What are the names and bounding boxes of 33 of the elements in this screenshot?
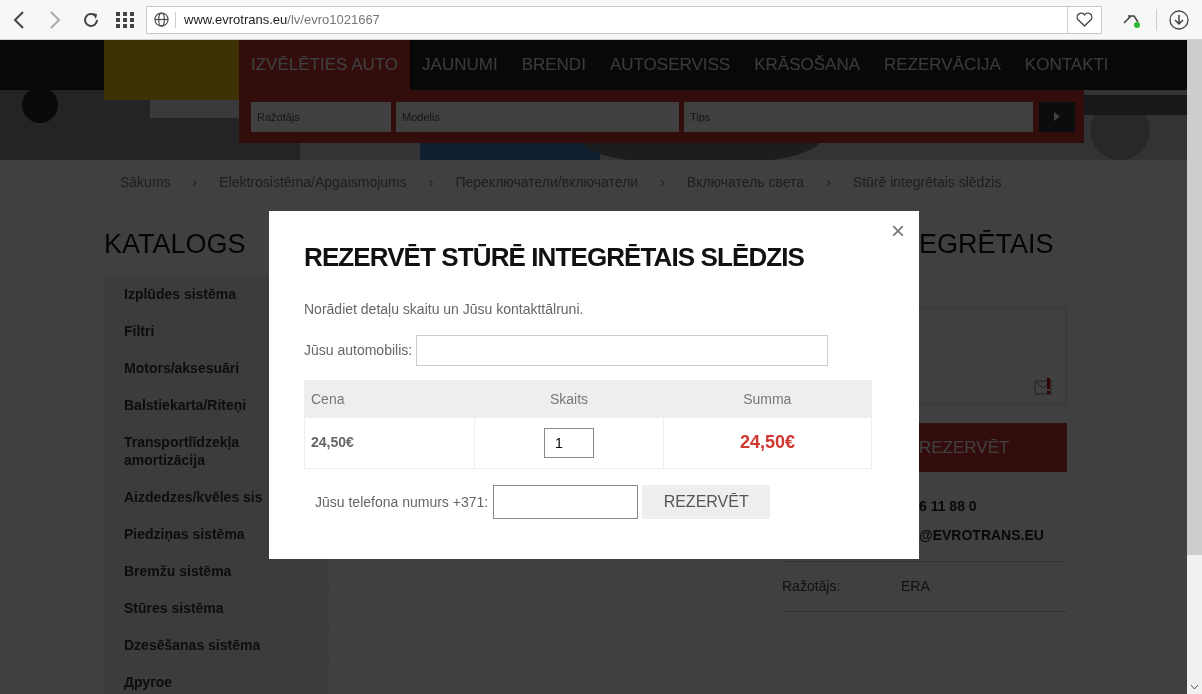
download-icon[interactable] xyxy=(1169,9,1189,30)
heart-icon[interactable] xyxy=(1076,12,1093,27)
scroll-down-icon[interactable] xyxy=(1191,685,1198,690)
breadcrumb-separator: › xyxy=(192,172,198,192)
instruction-text: Norādiet detaļu skaitu un Jūsu kontakttālruni. xyxy=(304,300,584,319)
breadcrumb-separator: › xyxy=(428,172,434,192)
globe-icon xyxy=(154,12,169,27)
dialog-title: REZERVĒT STŪRĒ INTEGRĒTAIS SLĒDZIS xyxy=(304,241,805,274)
car-label: Jūsu automobilis: xyxy=(304,341,413,360)
reserve-button[interactable]: REZERVĒT xyxy=(642,485,771,519)
sum-cell: 24,50€ xyxy=(663,417,872,469)
close-button[interactable]: × xyxy=(891,219,905,243)
price-cell: 24,50€ xyxy=(304,417,475,469)
phone-number: 6 11 88 0 xyxy=(919,497,978,516)
breadcrumb-separator: › xyxy=(826,172,831,192)
mail-warning-icon xyxy=(1034,378,1054,395)
apps-grid-icon[interactable] xyxy=(116,11,134,28)
breadcrumb-separator: › xyxy=(660,172,665,192)
phone-label: Jūsu telefona numurs +371: xyxy=(315,492,489,512)
quantity-input[interactable]: 1 xyxy=(544,427,594,458)
column-header: Skaits xyxy=(474,380,664,418)
reload-icon[interactable] xyxy=(82,10,100,29)
play-icon xyxy=(1054,112,1060,121)
address-bar[interactable]: www.evrotrans.eu/lv/evro1021667 xyxy=(146,5,1102,34)
email-address: @EVROTRANS.EU xyxy=(919,526,1045,545)
product-title: EGRĒTAIS xyxy=(919,228,1055,261)
column-header: Cena xyxy=(304,380,475,418)
back-icon[interactable] xyxy=(12,10,26,29)
phone-input[interactable] xyxy=(493,485,639,519)
column-header: Summa xyxy=(663,380,872,418)
car-input[interactable] xyxy=(416,335,829,366)
scrollbar[interactable] xyxy=(1187,40,1202,694)
url-text: www.evrotrans.eu/lv/evro1021667 xyxy=(184,10,380,29)
